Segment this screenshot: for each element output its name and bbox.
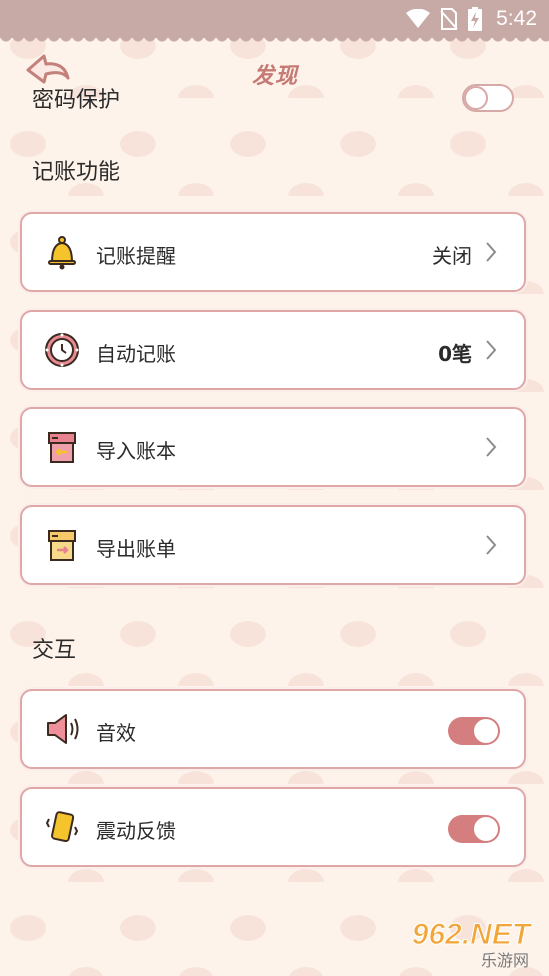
status-time: 5:42 xyxy=(496,7,537,30)
status-bar-scallop xyxy=(0,36,549,44)
password-protection-toggle[interactable] xyxy=(462,84,514,112)
bell-icon xyxy=(48,236,76,270)
sound-effect-label: 音效 xyxy=(96,721,136,745)
import-box-icon xyxy=(48,432,76,463)
watermark-logo: 962.NET 乐游网 xyxy=(411,918,533,971)
chevron-right-icon xyxy=(486,437,497,457)
no-sim-icon xyxy=(440,8,458,30)
export-bills-card[interactable]: 导出账单 xyxy=(20,505,526,585)
status-bar: 5:42 xyxy=(0,0,549,38)
reminder-label: 记账提醒 xyxy=(96,244,176,268)
export-box-icon xyxy=(48,530,76,561)
vibration-feedback-label: 震动反馈 xyxy=(96,819,176,843)
status-icons: 5:42 xyxy=(406,6,537,32)
back-button[interactable] xyxy=(24,52,74,96)
section-title-interaction: 交互 xyxy=(32,638,77,663)
vibration-feedback-card[interactable]: 震动反馈 xyxy=(20,787,526,867)
toggle-knob xyxy=(464,86,488,110)
svg-text:乐游网: 乐游网 xyxy=(481,951,529,970)
toggle-knob xyxy=(474,817,498,841)
svg-text:962.NET: 962.NET xyxy=(412,918,533,951)
toggle-knob xyxy=(474,719,498,743)
sound-effect-card[interactable]: 音效 xyxy=(20,689,526,769)
reminder-card[interactable]: 记账提醒 关闭 xyxy=(20,212,526,292)
speaker-icon xyxy=(47,714,79,744)
battery-charging-icon xyxy=(468,7,483,31)
auto-accounting-count: 0笔 xyxy=(438,342,472,366)
back-arrow-icon xyxy=(26,54,70,84)
import-ledger-label: 导入账本 xyxy=(96,439,176,463)
section-title-accounting: 记账功能 xyxy=(32,160,121,185)
export-bills-label: 导出账单 xyxy=(96,537,176,561)
chevron-right-icon xyxy=(486,535,497,555)
clock-icon xyxy=(45,333,79,367)
chevron-right-icon xyxy=(486,242,497,262)
wifi-icon xyxy=(406,9,431,28)
sound-effect-toggle[interactable] xyxy=(448,717,500,745)
chevron-right-icon xyxy=(486,340,497,360)
import-ledger-card[interactable]: 导入账本 xyxy=(20,407,526,487)
page-title: 发现 xyxy=(251,63,298,89)
auto-accounting-card[interactable]: 自动记账 0笔 xyxy=(20,310,526,390)
vibration-feedback-toggle[interactable] xyxy=(448,815,500,843)
phone-vibrate-icon xyxy=(45,811,79,843)
auto-accounting-label: 自动记账 xyxy=(96,342,176,366)
reminder-value: 关闭 xyxy=(432,244,472,268)
